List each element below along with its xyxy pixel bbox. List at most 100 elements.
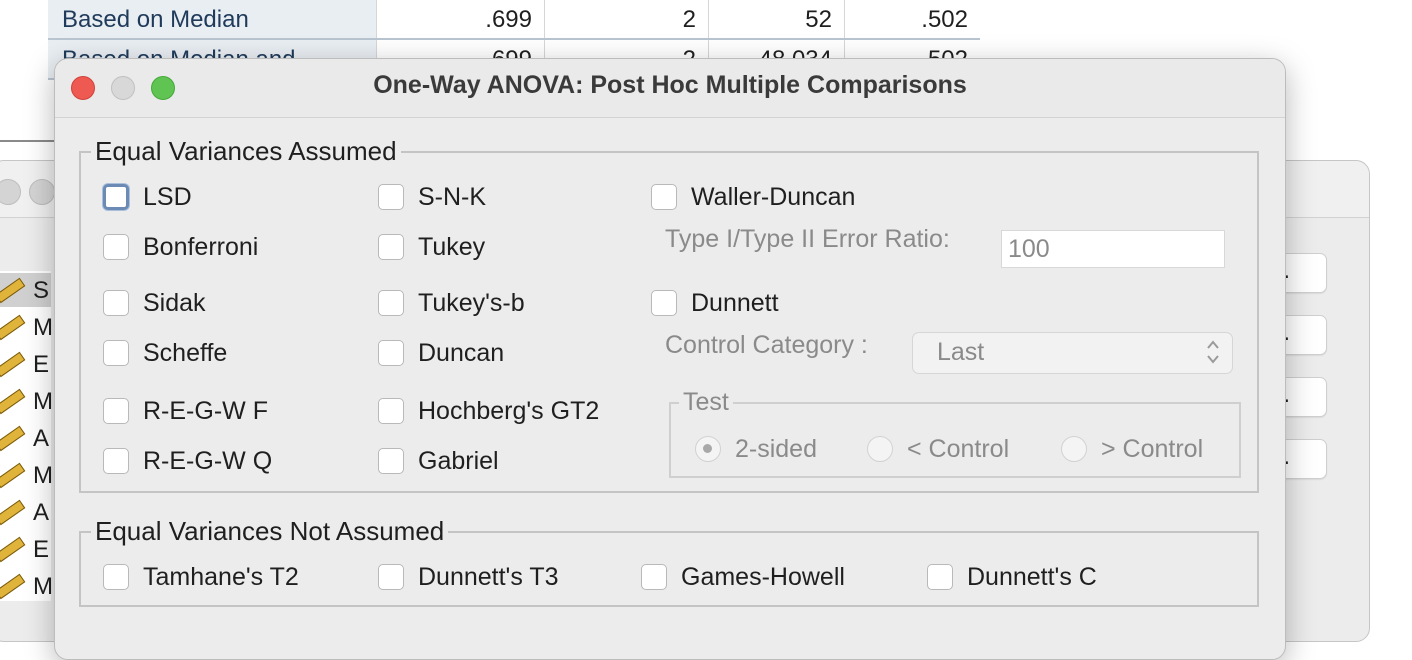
list-item[interactable]: M — [0, 384, 53, 418]
scale-variable-icon — [0, 277, 26, 304]
bonferroni-checkbox[interactable]: Bonferroni — [103, 230, 258, 264]
tamhanes-t2-checkbox[interactable]: Tamhane's T2 — [103, 560, 299, 594]
radio-label: 2-sided — [735, 434, 817, 463]
dunnetts-t3-checkbox[interactable]: Dunnett's T3 — [378, 560, 559, 594]
checkbox-label: S-N-K — [418, 182, 487, 211]
checkbox-box[interactable] — [651, 290, 677, 316]
less-than-control-radio[interactable]: < Control — [867, 434, 1009, 464]
post-hoc-dialog: One-Way ANOVA: Post Hoc Multiple Compari… — [54, 58, 1286, 660]
tukey-checkbox[interactable]: Tukey — [378, 230, 485, 264]
radio-label: > Control — [1101, 434, 1204, 463]
dunnetts-c-checkbox[interactable]: Dunnett's C — [927, 560, 1097, 594]
checkbox-box[interactable] — [103, 564, 129, 590]
checkbox-box[interactable] — [103, 448, 129, 474]
table-cell: 52 — [708, 0, 844, 38]
variable-name: M — [33, 462, 53, 489]
divider — [0, 140, 60, 142]
checkbox-label: Sidak — [143, 288, 206, 317]
updown-chevron-icon — [1207, 340, 1219, 364]
checkbox-box[interactable] — [378, 398, 404, 424]
scale-variable-icon — [0, 314, 26, 341]
group-title: Test — [679, 387, 733, 417]
variable-name: E — [33, 351, 50, 378]
tukeys-b-checkbox[interactable]: Tukey's-b — [378, 286, 525, 320]
checkbox-label: Waller-Duncan — [691, 182, 856, 211]
control-category-select[interactable]: Last — [912, 332, 1233, 374]
titlebar: One-Way ANOVA: Post Hoc Multiple Compari… — [55, 59, 1285, 118]
scale-variable-icon — [0, 573, 26, 600]
list-item[interactable]: M — [0, 569, 53, 603]
close-light-icon[interactable] — [0, 179, 21, 205]
two-sided-radio[interactable]: 2-sided — [695, 434, 817, 464]
scale-variable-icon — [0, 536, 26, 563]
control-category-label: Control Category : — [665, 331, 868, 359]
variable-name: A — [33, 499, 50, 526]
list-item[interactable]: M — [0, 458, 53, 492]
regwq-checkbox[interactable]: R-E-G-W Q — [103, 444, 272, 478]
minimize-light-icon[interactable] — [29, 179, 55, 205]
radio-indicator[interactable] — [867, 436, 893, 462]
list-item[interactable]: M — [0, 310, 53, 344]
radio-indicator[interactable] — [695, 436, 721, 462]
variable-name: M — [33, 573, 53, 600]
variable-name: E — [33, 536, 50, 563]
sidak-checkbox[interactable]: Sidak — [103, 286, 206, 320]
group-title: Equal Variances Assumed — [91, 136, 401, 166]
table-cell: 2 — [544, 0, 708, 38]
lsd-checkbox[interactable]: LSD — [103, 180, 192, 214]
error-ratio-input[interactable]: 100 — [1001, 230, 1225, 268]
list-item[interactable]: S — [0, 273, 51, 307]
scale-variable-icon — [0, 388, 26, 415]
radio-label: < Control — [907, 434, 1010, 463]
variable-name: S — [33, 277, 50, 304]
checkbox-box[interactable] — [641, 564, 667, 590]
list-item[interactable]: E — [0, 347, 51, 381]
checkbox-box[interactable] — [378, 564, 404, 590]
checkbox-label: Gabriel — [418, 446, 499, 475]
checkbox-box[interactable] — [378, 448, 404, 474]
waller-duncan-checkbox[interactable]: Waller-Duncan — [651, 180, 855, 214]
checkbox-label: Dunnett's T3 — [418, 562, 559, 591]
checkbox-box[interactable] — [103, 340, 129, 366]
checkbox-box[interactable] — [103, 290, 129, 316]
variable-name: M — [33, 314, 53, 341]
radio-indicator[interactable] — [1061, 436, 1087, 462]
scale-variable-icon — [0, 425, 26, 452]
list-item[interactable]: A — [0, 495, 51, 529]
regwf-checkbox[interactable]: R-E-G-W F — [103, 394, 268, 428]
checkbox-box[interactable] — [927, 564, 953, 590]
table-cell: .502 — [844, 0, 980, 38]
variable-list[interactable]: S M E M A M A E M — [0, 271, 53, 603]
checkbox-label: Tukey's-b — [418, 288, 525, 317]
variable-name: A — [33, 425, 50, 452]
checkbox-box[interactable] — [103, 184, 129, 210]
scheffe-checkbox[interactable]: Scheffe — [103, 336, 227, 370]
checkbox-box[interactable] — [103, 234, 129, 260]
checkbox-box[interactable] — [103, 398, 129, 424]
list-item[interactable]: E — [0, 532, 51, 566]
checkbox-box[interactable] — [378, 340, 404, 366]
checkbox-label: LSD — [143, 182, 192, 211]
checkbox-label: Duncan — [418, 338, 505, 367]
checkbox-box[interactable] — [378, 290, 404, 316]
gabriel-checkbox[interactable]: Gabriel — [378, 444, 499, 478]
dialog-title: One-Way ANOVA: Post Hoc Multiple Compari… — [373, 71, 967, 99]
list-item[interactable]: A — [0, 421, 51, 455]
greater-than-control-radio[interactable]: > Control — [1061, 434, 1203, 464]
checkbox-box[interactable] — [378, 234, 404, 260]
checkbox-box[interactable] — [651, 184, 677, 210]
scale-variable-icon — [0, 351, 26, 378]
checkbox-box[interactable] — [378, 184, 404, 210]
group-title: Equal Variances Not Assumed — [91, 516, 449, 546]
scale-variable-icon — [0, 462, 26, 489]
snk-checkbox[interactable]: S-N-K — [378, 180, 486, 214]
checkbox-label: Bonferroni — [143, 232, 259, 261]
checkbox-label: Hochberg's GT2 — [418, 396, 600, 425]
duncan-checkbox[interactable]: Duncan — [378, 336, 504, 370]
checkbox-label: Scheffe — [143, 338, 228, 367]
games-howell-checkbox[interactable]: Games-Howell — [641, 560, 845, 594]
scale-variable-icon — [0, 499, 26, 526]
hochberg-gt2-checkbox[interactable]: Hochberg's GT2 — [378, 394, 599, 428]
dunnett-checkbox[interactable]: Dunnett — [651, 286, 779, 320]
checkbox-label: Tukey — [418, 232, 486, 261]
